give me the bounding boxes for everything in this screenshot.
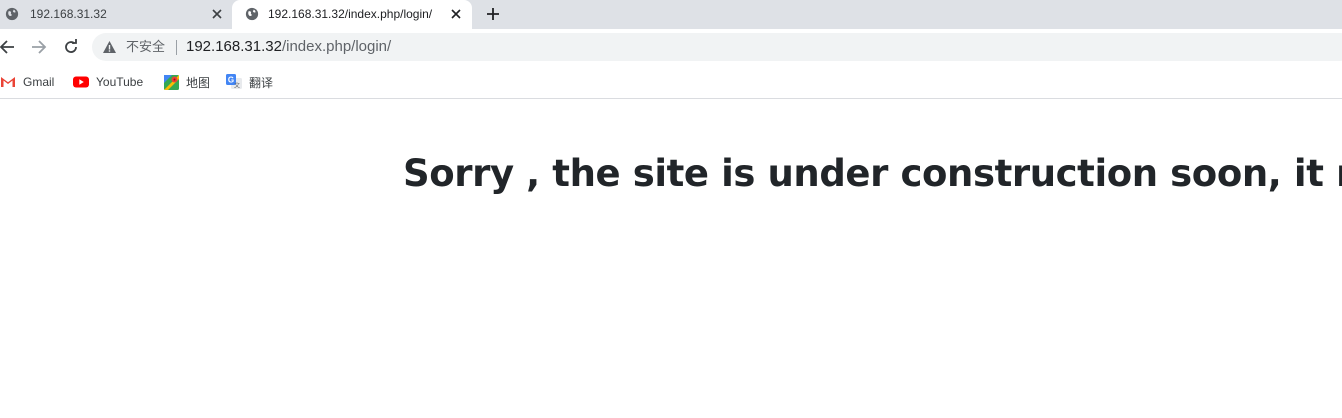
bookmark-maps[interactable]: 地图 [163, 73, 210, 91]
security-status[interactable]: 不安全 [126, 39, 165, 55]
reload-icon [65, 39, 77, 53]
bookmark-translate[interactable]: G 文 翻译 [226, 73, 273, 91]
tab-inactive[interactable]: 192.168.31.32 [0, 0, 232, 29]
warning-icon[interactable] [102, 40, 117, 54]
new-tab-button[interactable] [484, 5, 502, 23]
svg-text:文: 文 [234, 82, 240, 90]
globe-icon [245, 7, 259, 21]
forward-button[interactable] [30, 38, 48, 56]
url-path: /index.php/login/ [281, 38, 392, 55]
translate-icon: G 文 [226, 74, 242, 90]
youtube-icon [73, 74, 89, 90]
close-icon[interactable] [209, 6, 225, 22]
url-host: 192.168.31.32 [186, 38, 282, 55]
browser-toolbar: 不安全 192.168.31.32/index.php/login/ [0, 29, 1342, 66]
globe-icon [5, 7, 19, 21]
reload-button[interactable] [62, 38, 80, 56]
bookmark-gmail[interactable]: Gmail [0, 73, 54, 91]
bookmarks-bar: Gmail YouTube 地图 G 文 翻译 [0, 66, 1342, 99]
tab-title: 192.168.31.32/index.php/login/ [268, 7, 433, 21]
tab-strip: 192.168.31.32 192.168.31.32/index.php/lo… [0, 0, 1342, 29]
address-bar[interactable]: 不安全 192.168.31.32/index.php/login/ [92, 33, 1342, 61]
plus-icon [487, 8, 499, 20]
bookmark-label: 地图 [186, 75, 211, 90]
tab-title: 192.168.31.32 [30, 7, 107, 21]
bookmark-label: Gmail [23, 75, 55, 89]
bookmark-label: YouTube [96, 75, 144, 89]
maps-icon [163, 74, 179, 90]
bookmark-youtube[interactable]: YouTube [73, 73, 143, 91]
arrow-right-icon [32, 40, 47, 54]
bookmark-label: 翻译 [249, 75, 274, 90]
arrow-left-icon [0, 40, 14, 54]
page-heading: Sorry , the site is under construction s… [403, 152, 1342, 195]
tab-active[interactable]: 192.168.31.32/index.php/login/ [232, 0, 472, 29]
back-button[interactable] [0, 38, 16, 56]
url-text[interactable]: 192.168.31.32/index.php/login/ [186, 38, 391, 56]
page-content: Sorry , the site is under construction s… [0, 99, 1342, 418]
close-icon[interactable] [448, 6, 464, 22]
divider [176, 40, 177, 55]
gmail-icon [0, 74, 16, 90]
